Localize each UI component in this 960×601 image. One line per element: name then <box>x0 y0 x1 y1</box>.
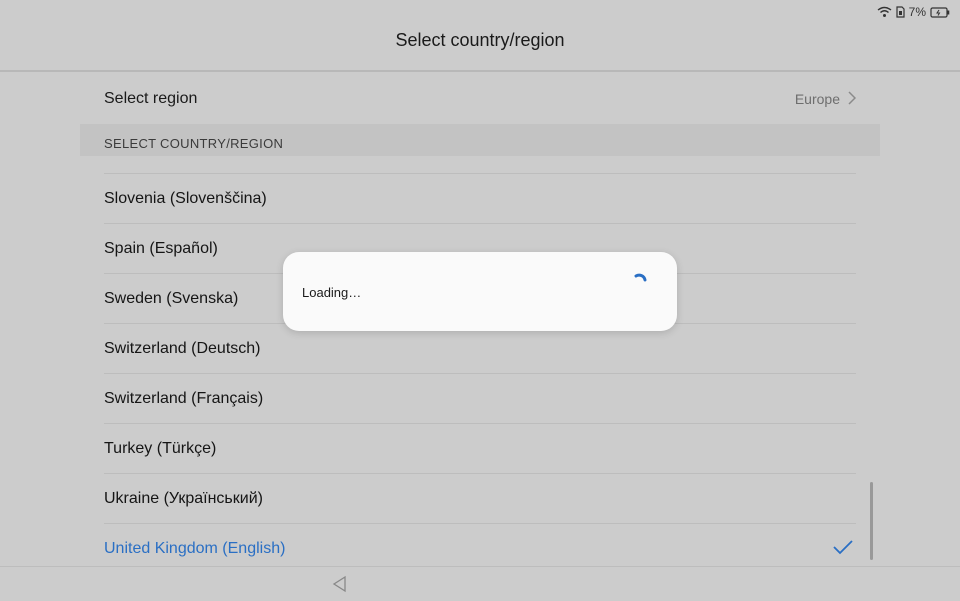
list-item[interactable]: Turkey (Türkçe) <box>104 424 856 474</box>
back-icon[interactable] <box>331 575 349 598</box>
wifi-icon <box>877 6 892 18</box>
select-region-row[interactable]: Select region Europe <box>104 74 857 124</box>
checkmark-icon <box>832 538 854 561</box>
select-region-label: Select region <box>104 90 198 107</box>
battery-icon <box>930 6 950 18</box>
loading-spinner-icon <box>633 272 649 293</box>
list-item-label: Sweden (Svenska) <box>104 289 239 307</box>
list-item[interactable]: Switzerland (Français) <box>104 374 856 424</box>
scrollbar[interactable] <box>870 482 873 560</box>
list-item[interactable]: Slovenia (Slovenščina) <box>104 174 856 224</box>
list-item-label: Turkey (Türkçe) <box>104 439 217 457</box>
list-item-label: Slovenia (Slovenščina) <box>104 189 267 207</box>
chevron-right-icon <box>848 90 857 108</box>
list-item-label: Switzerland (Français) <box>104 389 264 407</box>
status-bar: 7% <box>0 0 960 24</box>
battery-percent: 7% <box>908 5 926 19</box>
page-title: Select country/region <box>395 30 565 50</box>
navigation-bar <box>0 566 960 601</box>
list-item[interactable]: Ukraine (Український) <box>104 474 856 524</box>
list-item-label: Ukraine (Український) <box>104 489 263 507</box>
region-value: Europe <box>794 91 840 107</box>
list-item-label: Spain (Español) <box>104 239 218 257</box>
region-value-group: Europe <box>794 90 857 108</box>
status-icons: 7% <box>877 5 950 19</box>
list-item-label: United Kingdom (English) <box>104 539 286 557</box>
loading-text: Loading… <box>302 285 362 300</box>
section-header: SELECT COUNTRY/REGION <box>80 124 880 156</box>
list-item[interactable]: Switzerland (Deutsch) <box>104 324 856 374</box>
list-item-label: Switzerland (Deutsch) <box>104 339 261 357</box>
country-list[interactable]: Slovenia (Slovenščina) Spain (Español) S… <box>104 156 856 574</box>
list-item-partial <box>104 156 856 174</box>
loading-dialog: Loading… <box>283 252 677 331</box>
section-header-label: SELECT COUNTRY/REGION <box>104 136 284 151</box>
sim-icon <box>896 6 905 18</box>
title-divider <box>0 70 960 72</box>
